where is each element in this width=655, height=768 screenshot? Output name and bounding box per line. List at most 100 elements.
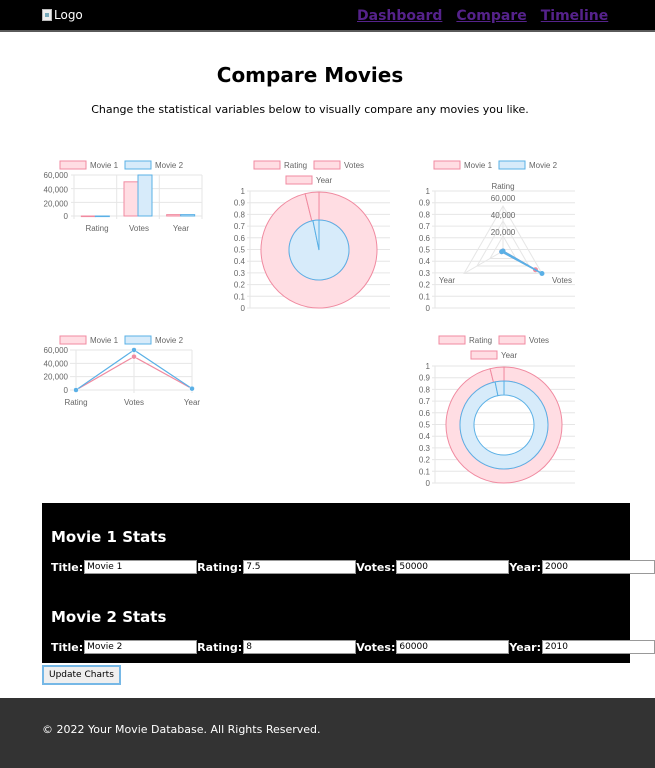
y-tick: 0.6	[419, 409, 431, 418]
x-tick: Year	[184, 398, 201, 407]
x-tick: Votes	[129, 224, 149, 233]
broken-image-icon	[42, 9, 52, 21]
r-tick: 20,000	[491, 228, 516, 237]
y-tick: 0.7	[419, 397, 431, 406]
movie2-stats-heading: Movie 2 Stats	[51, 608, 167, 626]
legend: Movie 1 Movie 2	[433, 160, 558, 170]
y-tick: 0.5	[419, 421, 431, 430]
movie1-stats-row: Title: Rating: Votes: Year:	[51, 560, 655, 574]
y-tick: 40,000	[44, 185, 69, 194]
bar-movie2-votes	[137, 174, 153, 217]
legend: Movie 1 Movie 2	[59, 160, 184, 170]
radar-y-ticks: 0 0.1 0.2 0.3 0.4 0.5 0.6 0.7 0.8 0.9 1	[419, 187, 431, 313]
legend-label-movie1: Movie 1	[90, 336, 119, 345]
x-tick: Year	[173, 224, 190, 233]
line-point-rating	[73, 387, 79, 393]
legend-swatch-rating	[438, 335, 466, 345]
y-tick: 0.6	[419, 234, 431, 243]
r-tick: 60,000	[491, 194, 516, 203]
radar-point-votes	[539, 271, 545, 276]
nav-link-compare[interactable]: Compare	[456, 8, 526, 24]
legend-swatch-movie1	[59, 335, 87, 345]
movie1-stats-heading: Movie 1 Stats	[51, 528, 167, 546]
movie1-year-input[interactable]	[542, 560, 655, 574]
bar-movie1-year	[166, 214, 182, 217]
y-tick: 20,000	[44, 373, 69, 382]
x-tick: Rating	[85, 224, 108, 233]
legend: Movie 1 Movie 2	[59, 335, 184, 345]
y-tick: 0.1	[419, 292, 431, 301]
movie2-votes-input[interactable]	[396, 640, 510, 654]
y-tick: 0	[64, 212, 69, 221]
y-tick: 0.4	[234, 257, 246, 266]
y-tick: 0.9	[419, 199, 431, 208]
line-point-year	[189, 385, 195, 392]
y-tick: 20,000	[44, 200, 69, 209]
movie2-votes-label: Votes:	[356, 640, 396, 654]
bar-movie2-rating	[94, 215, 110, 218]
y-tick: 0.5	[419, 246, 431, 255]
legend-label-movie1: Movie 1	[464, 161, 493, 170]
radar-r-ticks: 20,000 40,000 60,000	[491, 194, 516, 237]
radar-chart: Movie 1 Movie 2 0 0.1 0.2 0.3 0.4 0.5 0.6 0.7 0.…	[419, 160, 575, 313]
y-tick: 1	[426, 187, 431, 196]
update-charts-button[interactable]: Update Charts	[42, 665, 121, 685]
legend-label-movie2: Movie 2	[529, 161, 558, 170]
top-navbar: Logo Dashboard Compare Timeline	[0, 0, 655, 32]
movie1-title-input[interactable]	[84, 560, 198, 574]
y-tick: 0.2	[234, 281, 246, 290]
movie2-rating-input[interactable]	[243, 640, 357, 654]
radar-point-year	[499, 249, 505, 255]
legend-swatch-movie1	[59, 160, 87, 170]
legend: Rating Votes Year	[438, 335, 549, 360]
movie1-year-label: Year:	[509, 560, 542, 574]
y-tick: 60,000	[44, 171, 69, 180]
stats-panel: Movie 1 Stats Title: Rating: Votes: Year…	[42, 503, 655, 663]
logo-image[interactable]: Logo	[42, 8, 83, 22]
legend-label-movie1: Movie 1	[90, 161, 119, 170]
y-tick: 40,000	[44, 359, 69, 368]
nav-links: Dashboard Compare Timeline	[357, 8, 608, 24]
bar-x-ticks: Rating Votes Year	[85, 224, 189, 233]
page-subtitle: Change the statistical variables below t…	[91, 103, 529, 116]
pie-chart: Rating Votes Year 0 0.1 0.2 0.3 0.4 0.5 0.6 0.7…	[234, 160, 390, 313]
legend-swatch-votes	[313, 160, 341, 170]
movie1-rating-input[interactable]	[243, 560, 357, 574]
legend-swatch-movie2	[498, 160, 526, 170]
y-tick: 0.5	[234, 246, 246, 255]
legend-swatch-year	[285, 175, 313, 185]
y-tick: 1	[241, 187, 246, 196]
y-tick: 0.3	[419, 269, 431, 278]
y-tick: 0.7	[234, 222, 246, 231]
line-point-votes	[131, 353, 137, 360]
legend-swatch-movie2	[124, 335, 152, 345]
doughnut-chart: Rating Votes Year 0 0.1 0.2 0.3 0.4 0.5 0.6 0.7…	[419, 335, 575, 488]
nav-link-timeline[interactable]: Timeline	[541, 8, 609, 24]
movie1-votes-input[interactable]	[396, 560, 510, 574]
radar-label-rating: Rating	[491, 182, 514, 191]
nav-link-dashboard[interactable]: Dashboard	[357, 8, 442, 24]
legend-label-movie2: Movie 2	[155, 336, 184, 345]
legend-swatch-movie2	[124, 160, 152, 170]
movie2-title-input[interactable]	[84, 640, 198, 654]
legend-label-movie2: Movie 2	[155, 161, 184, 170]
r-tick: 40,000	[491, 211, 516, 220]
bar-y-ticks: 0 20,000 40,000 60,000	[44, 171, 69, 221]
y-tick: 0	[426, 479, 431, 488]
logo-alt-text: Logo	[54, 8, 83, 22]
legend-label-rating: Rating	[284, 161, 307, 170]
y-tick: 0.8	[234, 210, 246, 219]
y-tick: 0	[64, 386, 69, 395]
legend-label-votes: Votes	[529, 336, 549, 345]
doughnut-y-ticks: 0 0.1 0.2 0.3 0.4 0.5 0.6 0.7 0.8 0.9 1	[419, 362, 431, 488]
footer: © 2022 Your Movie Database. All Rights R…	[0, 698, 655, 768]
line-gridlines	[70, 349, 193, 393]
y-tick: 0.9	[234, 199, 246, 208]
y-tick: 0.9	[419, 374, 431, 383]
line-chart: Movie 1 Movie 2 0 20,000 40,000 60,000 R…	[44, 335, 201, 407]
bar-chart: Movie 1 Movie 2 0 20,000 40,000 60,000 R…	[44, 160, 203, 233]
radar-label-votes: Votes	[552, 276, 572, 285]
movie2-year-input[interactable]	[542, 640, 655, 654]
y-tick: 0.3	[234, 269, 246, 278]
y-tick: 0	[241, 304, 246, 313]
